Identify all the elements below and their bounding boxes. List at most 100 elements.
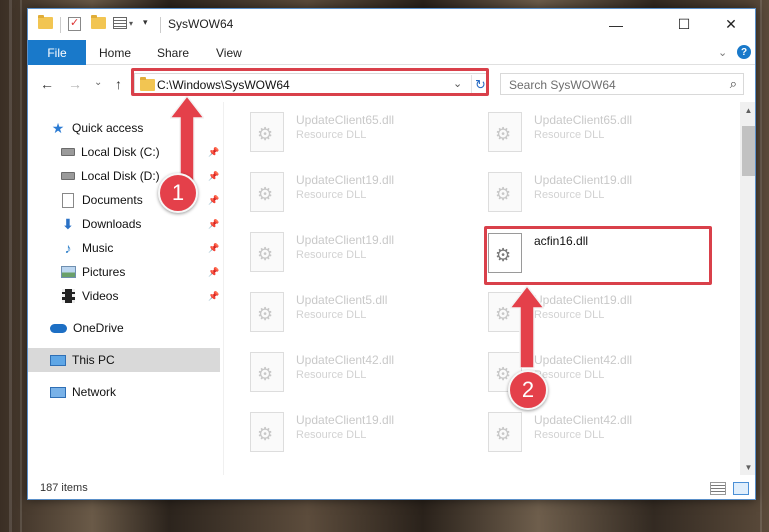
file-name: UpdateClient65.dll [534,113,633,127]
sidebar-item-label: Documents [82,193,143,207]
dll-file-icon: ⚙ [250,172,284,212]
qa-customize[interactable]: ▾ [143,17,148,28]
sidebar-item-label: This PC [72,353,115,367]
details-view-icon[interactable] [710,482,726,495]
pin-icon[interactable]: 📌 [208,195,219,206]
file-item[interactable]: ⚙ UpdateClient5.dll Resource DLL [250,292,470,332]
sidebar-item-this-pc[interactable]: This PC [28,348,220,372]
file-name: UpdateClient19.dll [296,233,395,247]
pin-icon[interactable]: 📌 [208,219,219,230]
qa-view[interactable]: ▾ [113,17,133,29]
sidebar-item-network[interactable]: Network [28,380,220,404]
file-name: UpdateClient19.dll [534,293,633,307]
large-icons-view-icon[interactable] [733,482,749,495]
minimize-button[interactable]: — [593,9,639,40]
dll-file-icon: ⚙ [250,112,284,152]
file-item[interactable]: ⚙ UpdateClient42.dll Resource DLL [488,412,708,452]
up-button[interactable]: ↑ [115,76,122,92]
sidebar-item-downloads[interactable]: ⬇ Downloads 📌 [28,212,220,236]
sidebar-item-pictures[interactable]: Pictures 📌 [28,260,220,284]
item-count: 187 items [40,482,88,494]
recent-locations-button[interactable]: ⌄ [94,77,102,88]
vertical-scrollbar[interactable]: ▲ ▼ [740,102,755,475]
gear-icon: ⚙ [257,244,274,264]
file-item[interactable]: ⚙ UpdateClient65.dll Resource DLL [250,112,470,152]
gear-icon: ⚙ [495,424,512,444]
help-icon[interactable]: ? [737,45,751,59]
scroll-thumb[interactable] [742,126,755,176]
search-placeholder[interactable]: Search SysWOW64 [509,78,616,92]
file-list: ⚙ UpdateClient65.dll Resource DLL ⚙ Upda… [224,102,740,475]
callout-arrow-2 [510,286,544,368]
scroll-up-icon[interactable]: ▲ [740,102,755,118]
file-name: UpdateClient65.dll [296,113,395,127]
close-button[interactable]: ✕ [708,9,754,40]
sidebar-item-label: Local Disk (D:) [81,169,160,183]
gear-icon: ⚙ [257,124,274,144]
pin-icon[interactable]: 📌 [208,243,219,254]
file-item[interactable]: ⚙ UpdateClient65.dll Resource DLL [488,112,708,152]
callout-arrow-1 [170,96,204,182]
pictures-icon [61,266,76,278]
onedrive-icon [50,323,67,333]
pin-icon[interactable]: 📌 [208,267,219,278]
callout-badge-2: 2 [508,370,548,410]
quick-access-toolbar [38,15,53,29]
qa-new-folder[interactable] [91,15,106,29]
back-button[interactable]: ← [40,76,54,92]
scroll-down-icon[interactable]: ▼ [740,459,755,475]
ribbon-expand-icon[interactable]: ⌄ [718,40,727,65]
file-type: Resource DLL [534,309,605,321]
dll-file-icon: ⚙ [250,232,284,272]
tab-view[interactable]: View [216,40,242,65]
file-item[interactable]: ⚙ UpdateClient19.dll Resource DLL [250,412,470,452]
gear-icon: ⚙ [495,124,512,144]
search-icon[interactable]: ⌕ [730,76,737,92]
tab-file[interactable]: File [28,40,86,65]
file-name: UpdateClient19.dll [534,173,633,187]
maximize-button[interactable]: ☐ [661,9,707,40]
arrow-up-shape [170,96,204,182]
file-type: Resource DLL [296,129,367,141]
window-title: SysWOW64 [168,17,234,31]
new-folder-icon[interactable] [91,15,106,29]
gear-icon: ⚙ [257,364,274,384]
file-highlight-box [484,226,712,285]
dll-file-icon: ⚙ [488,412,522,452]
file-name: UpdateClient42.dll [296,353,395,367]
sidebar-item-music[interactable]: ♪ Music 📌 [28,236,220,260]
pin-icon[interactable]: 📌 [208,291,219,302]
customize-dropdown-icon[interactable]: ▾ [143,17,148,28]
sidebar-item-label: Quick access [72,121,144,135]
forward-button[interactable]: → [68,76,82,92]
dll-file-icon: ⚙ [488,172,522,212]
divider [160,17,161,33]
qa-properties[interactable] [68,16,81,31]
gear-icon: ⚙ [495,184,512,204]
tab-share[interactable]: Share [157,40,189,65]
bark-streak [20,0,22,532]
sidebar-item-onedrive[interactable]: OneDrive [28,316,220,340]
file-name: UpdateClient42.dll [534,353,633,367]
file-item[interactable]: ⚙ UpdateClient19.dll Resource DLL [250,232,470,272]
view-options-icon[interactable] [113,17,127,29]
gear-icon: ⚙ [257,304,274,324]
search-box[interactable]: Search SysWOW64 ⌕ [500,73,744,95]
pin-icon[interactable]: 📌 [208,171,219,182]
file-item[interactable]: ⚙ UpdateClient19.dll Resource DLL [488,172,708,212]
this-pc-icon [50,354,66,366]
sidebar-item-label: Pictures [82,265,126,279]
tab-home[interactable]: Home [99,40,131,65]
sidebar-item-label: Downloads [82,217,142,231]
properties-icon[interactable] [68,16,81,31]
sidebar-item-videos[interactable]: Videos 📌 [28,284,220,308]
gear-icon: ⚙ [495,304,512,324]
pin-icon[interactable]: 📌 [208,147,219,158]
file-item[interactable]: ⚙ UpdateClient42.dll Resource DLL [250,352,470,392]
folder-icon[interactable] [38,15,53,29]
divider [60,17,61,33]
dll-file-icon: ⚙ [250,292,284,332]
file-item[interactable]: ⚙ UpdateClient19.dll Resource DLL [250,172,470,212]
file-type: Resource DLL [534,429,605,441]
document-icon [62,192,74,208]
